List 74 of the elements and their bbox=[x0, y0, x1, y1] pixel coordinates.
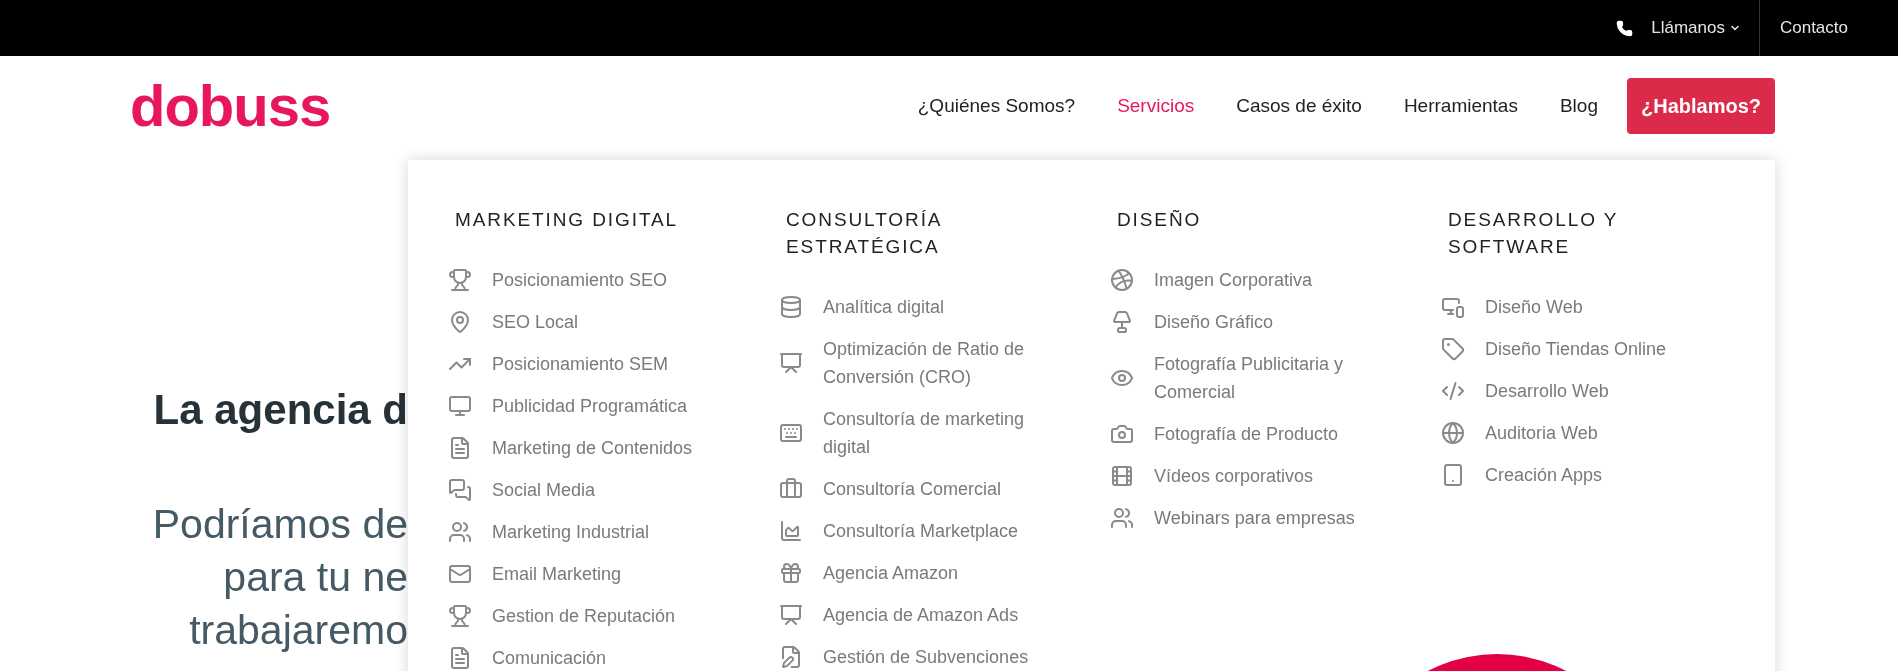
database-icon bbox=[779, 295, 803, 319]
column-heading: CONSULTORÍA ESTRATÉGICA bbox=[785, 208, 943, 259]
chart-screen-icon bbox=[779, 351, 803, 375]
keyboard-icon bbox=[779, 421, 803, 445]
menu-item[interactable]: SEO Local bbox=[448, 301, 779, 343]
menu-item[interactable]: Webinars para empresas bbox=[1110, 497, 1441, 539]
camera-icon bbox=[1110, 422, 1134, 446]
envelope-icon bbox=[448, 562, 472, 586]
lamp-icon bbox=[1110, 310, 1134, 334]
menu-item[interactable]: Diseño Tiendas Online bbox=[1441, 328, 1815, 370]
menu-item[interactable]: Marketing Industrial bbox=[448, 511, 779, 553]
menu-item[interactable]: Diseño Web bbox=[1441, 286, 1815, 328]
people-icon bbox=[1110, 506, 1134, 530]
nav-link[interactable]: Casos de éxito bbox=[1215, 91, 1383, 121]
logo[interactable]: dobuss bbox=[130, 77, 331, 135]
menu-item[interactable]: Agencia Amazon bbox=[779, 552, 1110, 594]
menu-item[interactable]: Fotografía de Producto bbox=[1110, 413, 1441, 455]
menu-item[interactable]: Optimización de Ratio de Conversión (CRO) bbox=[779, 328, 1110, 398]
document-icon bbox=[448, 436, 472, 460]
menu-item[interactable]: Diseño Gráfico bbox=[1110, 301, 1441, 343]
chart-screen-icon bbox=[779, 603, 803, 627]
menu-item[interactable]: Creación Apps bbox=[1441, 454, 1815, 496]
hero-text-line: Podríamos de bbox=[151, 500, 408, 549]
menu-item[interactable]: Posicionamiento SEO bbox=[448, 259, 779, 301]
contact-link[interactable]: Contacto bbox=[1779, 15, 1848, 41]
menu-item[interactable]: Consultoría Comercial bbox=[779, 468, 1110, 510]
document-pen-icon bbox=[779, 645, 803, 669]
menu-item[interactable]: Imagen Corporativa bbox=[1110, 259, 1441, 301]
menu-item[interactable]: Agencia de Amazon Ads bbox=[779, 594, 1110, 636]
briefcase-icon bbox=[779, 477, 803, 501]
nav-link[interactable]: Servicios bbox=[1096, 91, 1216, 121]
menu-item[interactable]: Desarrollo Web bbox=[1441, 370, 1815, 412]
menu-item[interactable]: Auditoria Web bbox=[1441, 412, 1815, 454]
phone-menu[interactable]: Llámanos bbox=[1651, 0, 1760, 56]
menu-item[interactable]: Fotografía Publicitaria y Comercial bbox=[1110, 343, 1441, 413]
menu-item[interactable]: Analítica digital bbox=[779, 286, 1110, 328]
trophy-icon bbox=[448, 268, 472, 292]
tag-icon bbox=[1441, 337, 1465, 361]
menu-item[interactable]: Comunicación bbox=[448, 637, 779, 671]
map-pin-icon bbox=[448, 310, 472, 334]
nav-link[interactable]: Herramientas bbox=[1382, 91, 1539, 121]
people-icon bbox=[448, 520, 472, 544]
menu-item[interactable]: Posicionamiento SEM bbox=[448, 343, 779, 385]
nav-link[interactable]: ¿Quiénes Somos? bbox=[896, 91, 1097, 121]
phone-icon bbox=[1616, 19, 1634, 37]
hero-text-line: para tu ne bbox=[222, 553, 408, 602]
trophy-icon bbox=[448, 604, 472, 628]
menu-item[interactable]: Gestion de Reputación bbox=[448, 595, 779, 637]
menu-item[interactable]: Email Marketing bbox=[448, 553, 779, 595]
menu-item[interactable]: Publicidad Programática bbox=[448, 385, 779, 427]
code-icon bbox=[1441, 379, 1465, 403]
ball-icon bbox=[1110, 268, 1134, 292]
area-chart-icon bbox=[779, 519, 803, 543]
chat-bubbles-icon bbox=[448, 478, 472, 502]
nav-link[interactable]: Blog bbox=[1538, 91, 1619, 121]
hero-text-line: trabajaremo bbox=[188, 606, 408, 655]
menu-item[interactable]: Gestión de Subvenciones bbox=[779, 636, 1110, 671]
hero-heading: La agencia d bbox=[152, 385, 408, 435]
devices-icon bbox=[1441, 295, 1465, 319]
tablet-icon bbox=[1441, 463, 1465, 487]
menu-item[interactable]: Vídeos corporativos bbox=[1110, 455, 1441, 497]
monitor-icon bbox=[448, 394, 472, 418]
film-icon bbox=[1110, 464, 1134, 488]
gift-icon bbox=[779, 561, 803, 585]
menu-item[interactable]: Marketing de Contenidos bbox=[448, 427, 779, 469]
menu-item[interactable]: Consultoría Marketplace bbox=[779, 510, 1110, 552]
menu-item[interactable]: Social Media bbox=[448, 469, 779, 511]
column-heading: DESARROLLO Y SOFTWARE bbox=[1447, 208, 1619, 259]
column-heading: DISEÑO bbox=[1116, 208, 1203, 232]
cta-button[interactable]: ¿Hablamos? bbox=[1626, 78, 1775, 134]
column-heading: MARKETING DIGITAL bbox=[454, 208, 680, 232]
menu-item[interactable]: Consultoría de marketing digital bbox=[779, 398, 1110, 468]
document-icon bbox=[448, 646, 472, 670]
globe-icon bbox=[1441, 421, 1465, 445]
